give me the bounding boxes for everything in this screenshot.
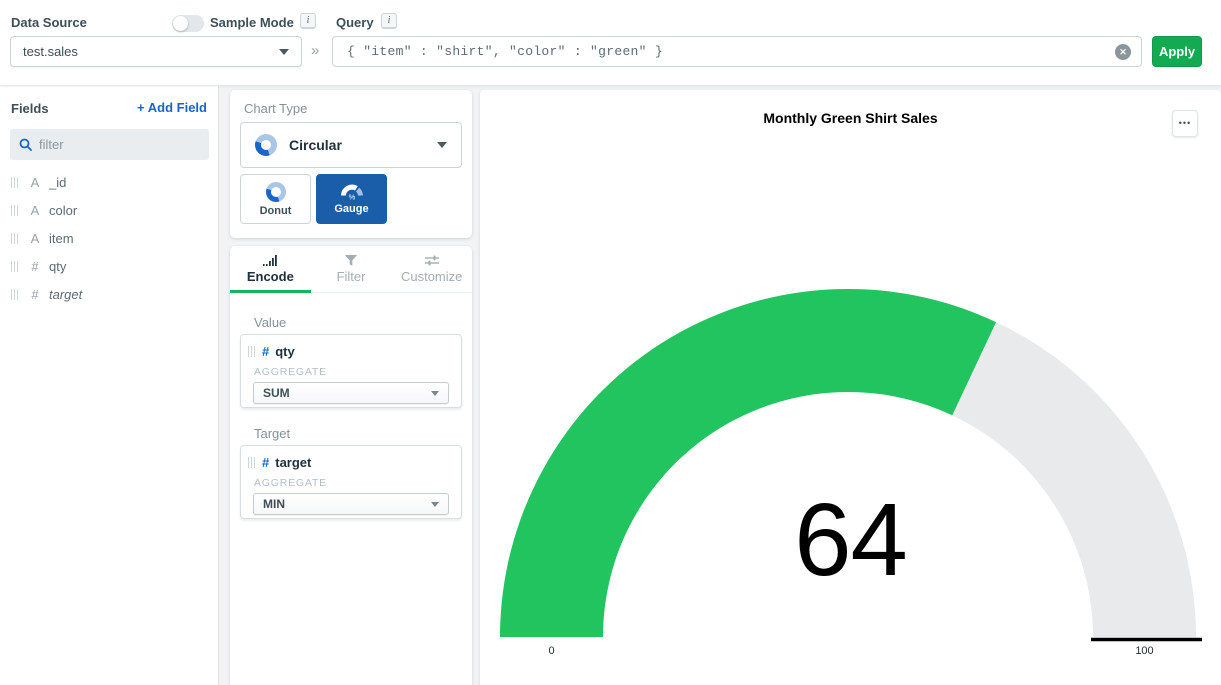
chart-type-card: Chart Type Circular Donut % Gauge <box>230 90 472 238</box>
tab-encode[interactable]: Encode <box>230 246 311 292</box>
data-source-label: Data Source <box>11 15 87 30</box>
string-type-icon: A <box>28 175 42 190</box>
data-source-value: test.sales <box>23 44 279 59</box>
aggregate-label: AGGREGATE <box>241 470 461 489</box>
field-item-id[interactable]: A _id <box>0 168 218 196</box>
field-filter-input[interactable] <box>39 137 215 152</box>
aggregate-label: AGGREGATE <box>241 359 461 378</box>
gauge-value-number: 64 <box>480 488 1221 591</box>
string-type-icon: A <box>28 203 42 218</box>
sample-mode-label: Sample Mode <box>210 15 294 30</box>
add-field-button[interactable]: + Add Field <box>137 100 207 115</box>
drag-handle-icon[interactable] <box>11 177 19 188</box>
gauge-chart-icon: % <box>340 183 364 200</box>
string-type-icon: A <box>28 231 42 246</box>
number-type-icon: # <box>262 344 269 359</box>
target-aggregate-select[interactable]: MIN <box>253 493 449 515</box>
data-source-select[interactable]: test.sales <box>10 36 302 67</box>
circular-chart-icon <box>255 134 277 156</box>
number-type-icon: # <box>262 455 269 470</box>
donut-chart-icon <box>266 182 286 202</box>
field-item-color[interactable]: A color <box>0 196 218 224</box>
builder-tabs: Encode Filter Customize <box>230 246 472 293</box>
query-value: { "item" : "shirt", "color" : "green" } <box>347 44 1115 59</box>
value-field-chip[interactable]: # qty <box>241 335 461 359</box>
field-item-item[interactable]: A item <box>0 224 218 252</box>
drag-handle-icon[interactable] <box>11 261 19 272</box>
drag-handle-icon[interactable] <box>11 233 19 244</box>
sample-mode-info-icon[interactable]: i <box>300 13 316 29</box>
customize-sliders-icon <box>425 255 439 266</box>
tab-customize[interactable]: Customize <box>391 246 472 292</box>
chart-type-value: Circular <box>289 137 437 153</box>
query-info-icon[interactable]: i <box>381 13 397 29</box>
field-item-qty[interactable]: # qty <box>0 252 218 280</box>
target-section-label: Target <box>254 426 290 441</box>
fields-title: Fields <box>11 101 49 116</box>
svg-text:%: % <box>348 193 355 201</box>
chevron-down-icon <box>437 142 447 148</box>
apply-button[interactable]: Apply <box>1152 36 1202 67</box>
value-aggregate-select[interactable]: SUM <box>253 382 449 404</box>
gauge-min-label: 0 <box>548 645 554 657</box>
encode-bars-icon <box>263 255 277 266</box>
chart-preview-card: Monthly Green Shirt Sales ••• 0 100 64 <box>480 90 1221 685</box>
drag-handle-icon[interactable] <box>11 289 19 300</box>
toggle-knob <box>173 16 188 31</box>
number-type-icon: # <box>28 259 42 274</box>
field-filter-box[interactable] <box>10 129 209 160</box>
value-encoding-card: # qty AGGREGATE SUM <box>240 334 462 408</box>
gauge-max-label: 100 <box>1135 645 1153 657</box>
value-section-label: Value <box>254 315 286 330</box>
encode-panel-card: Encode Filter Customize Value # qty AGGR… <box>230 246 472 685</box>
chart-type-label: Chart Type <box>244 101 307 116</box>
query-input[interactable]: { "item" : "shirt", "color" : "green" } … <box>332 36 1142 67</box>
target-encoding-card: # target AGGREGATE MIN <box>240 445 462 519</box>
chevron-down-icon <box>431 502 439 507</box>
top-toolbar: Data Source Sample Mode i Query i test.s… <box>0 0 1221 86</box>
subtype-gauge-button[interactable]: % Gauge <box>316 174 387 224</box>
drag-handle-icon[interactable] <box>11 205 19 216</box>
field-item-target[interactable]: # target <box>0 280 218 308</box>
drag-handle-icon[interactable] <box>248 457 256 468</box>
query-label: Query <box>336 15 374 30</box>
sample-mode-toggle[interactable] <box>172 15 204 32</box>
subtype-donut-button[interactable]: Donut <box>240 174 311 224</box>
target-field-chip[interactable]: # target <box>241 446 461 470</box>
field-list: A _id A color A item # qty # target <box>0 168 218 308</box>
drag-handle-icon[interactable] <box>248 346 256 357</box>
chevron-down-icon <box>431 391 439 396</box>
fields-panel: Fields + Add Field A _id A color A item … <box>0 86 219 685</box>
filter-funnel-icon <box>345 255 357 266</box>
pipeline-chevron-icon: » <box>311 42 319 59</box>
chevron-down-icon <box>279 49 289 55</box>
chart-type-select[interactable]: Circular <box>240 122 462 168</box>
search-icon <box>19 138 32 151</box>
number-type-icon: # <box>28 287 42 302</box>
clear-query-icon[interactable]: ✕ <box>1115 44 1131 60</box>
tab-filter[interactable]: Filter <box>311 246 392 292</box>
